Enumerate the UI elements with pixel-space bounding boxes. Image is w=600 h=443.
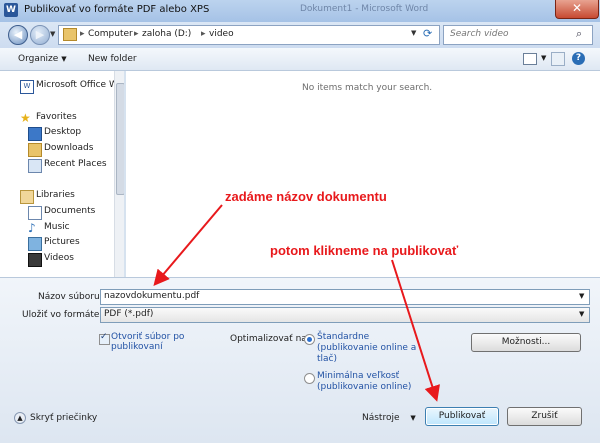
annotation-arrows: [153, 204, 440, 402]
arrow-to-filename: [153, 204, 223, 287]
arrow-to-publish: [391, 259, 440, 402]
